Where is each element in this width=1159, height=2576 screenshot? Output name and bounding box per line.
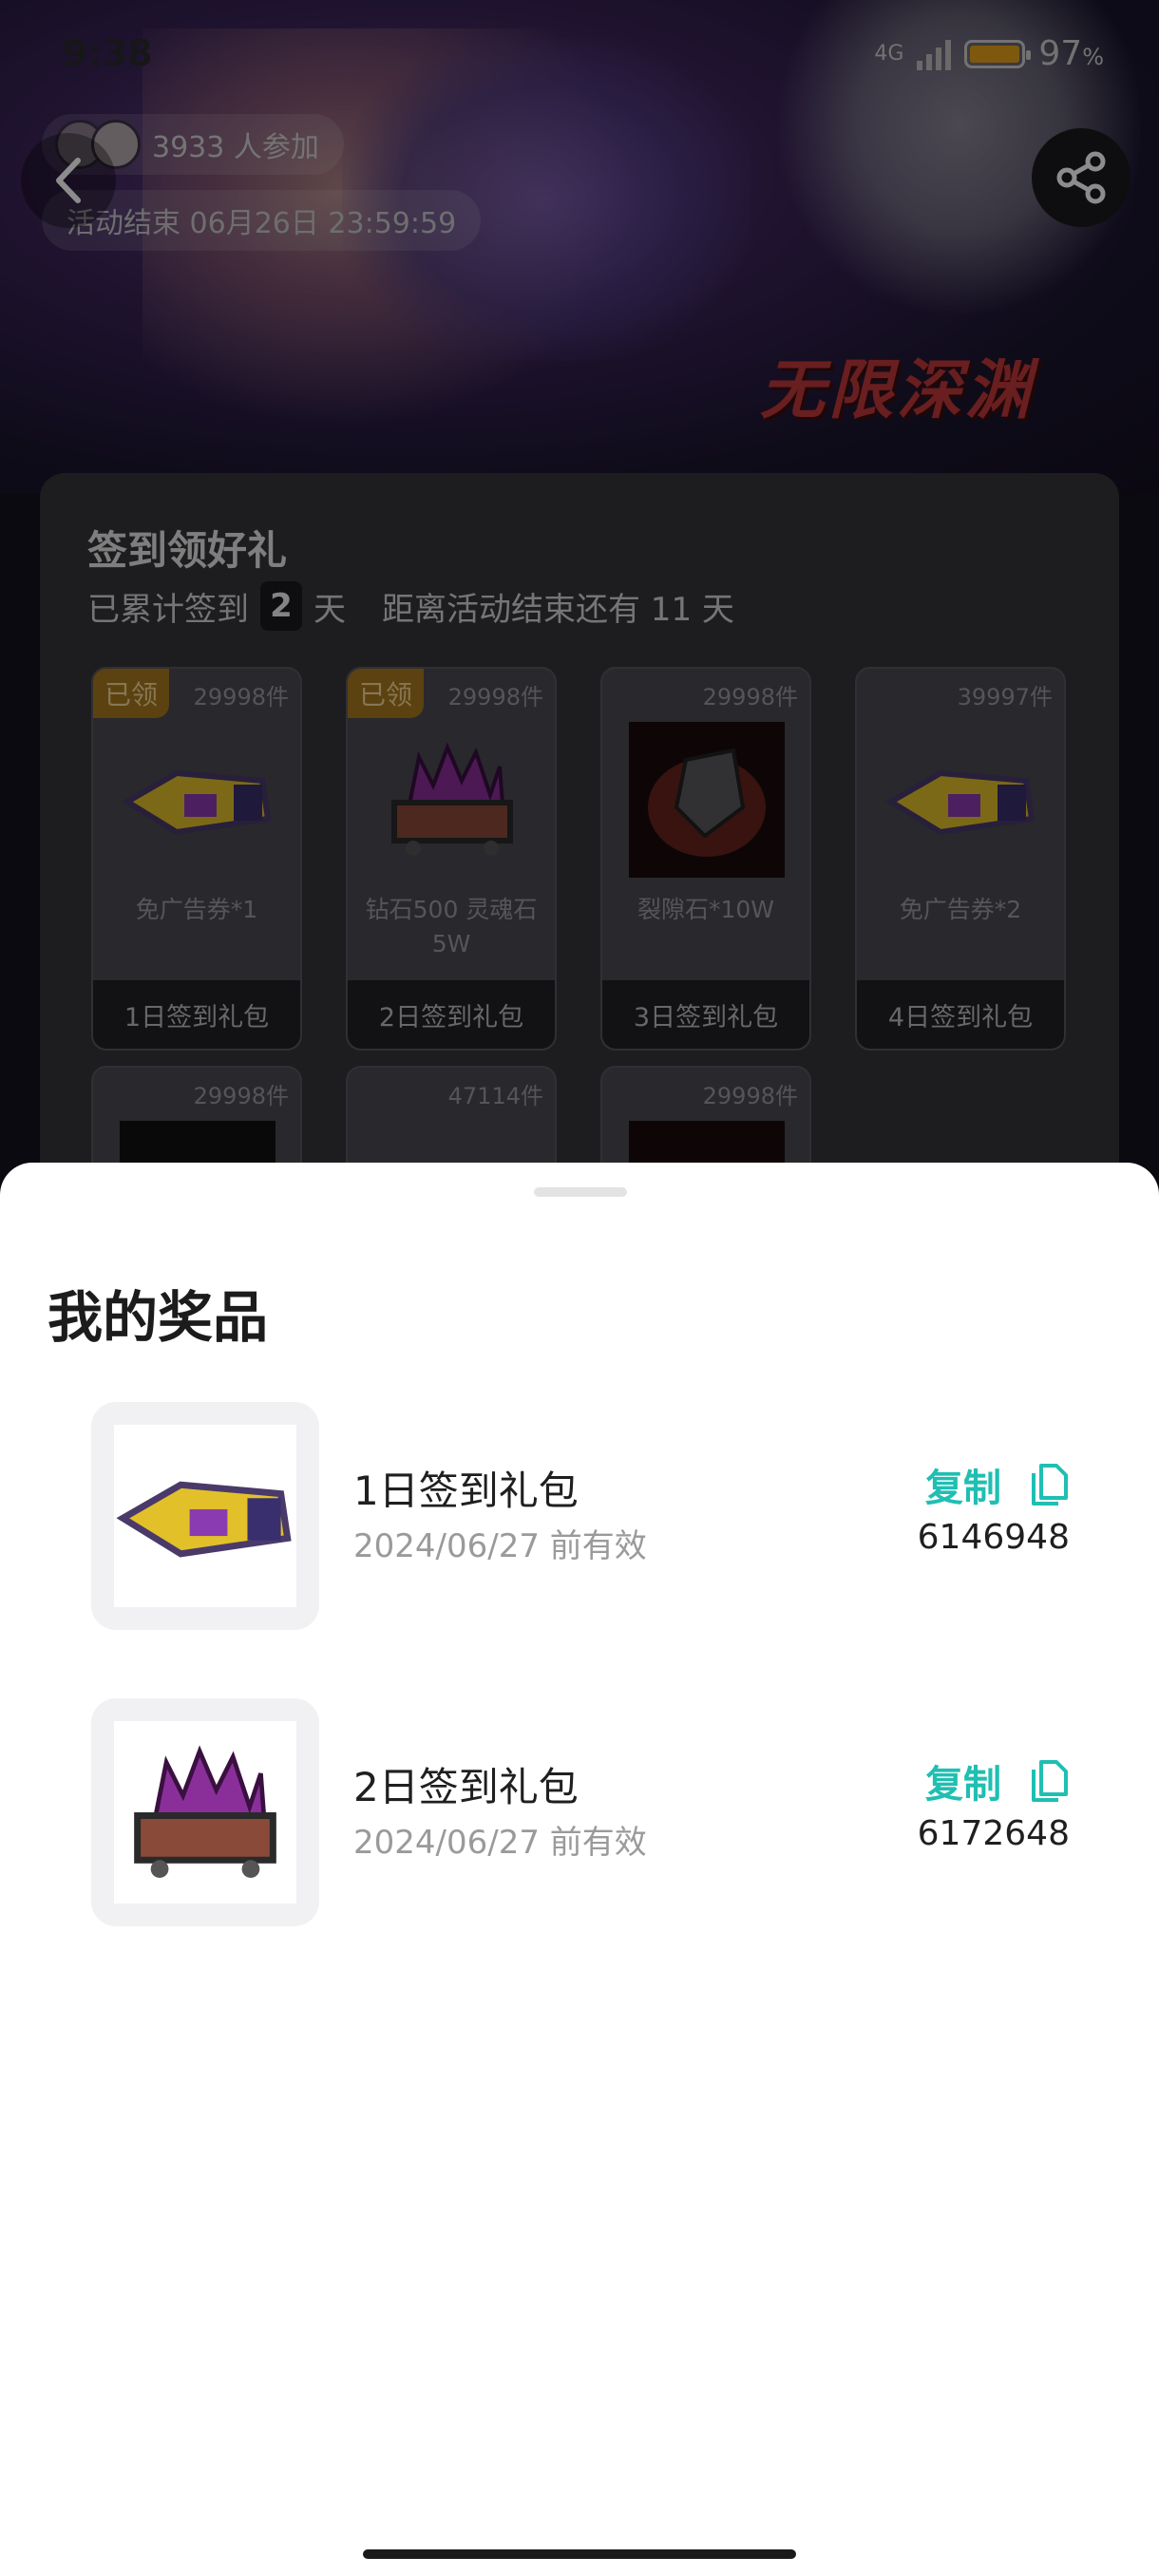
redeem-code: 6146948 — [917, 1518, 1070, 1557]
prize-name: 2日签到礼包 — [353, 1764, 579, 1810]
ticket-icon — [114, 1425, 296, 1607]
crystal-cart-icon — [114, 1721, 296, 1904]
prize-thumbnail — [91, 1402, 319, 1630]
sheet-title: 我的奖品 — [48, 1285, 269, 1350]
prize-validity: 2024/06/27 前有效 — [353, 1824, 647, 1862]
prize-item: 2日签到礼包 2024/06/27 前有效 复制 6172648 — [91, 1698, 1070, 1926]
prize-item: 1日签到礼包 2024/06/27 前有效 复制 6146948 — [91, 1402, 1070, 1630]
copy-label: 复制 — [925, 1467, 1001, 1510]
redeem-code: 6172648 — [917, 1814, 1070, 1853]
copy-button[interactable]: 复制 — [925, 1753, 1070, 1809]
my-prizes-sheet: 我的奖品 1日签到礼包 2024/06/27 前有效 复制 6146948 2日… — [0, 1163, 1159, 2576]
sheet-drag-handle[interactable] — [534, 1187, 627, 1197]
copy-icon — [1032, 1760, 1068, 1802]
copy-icon — [1032, 1464, 1068, 1506]
copy-button[interactable]: 复制 — [925, 1457, 1070, 1512]
prize-thumbnail — [91, 1698, 319, 1926]
prize-name: 1日签到礼包 — [353, 1468, 579, 1514]
copy-label: 复制 — [925, 1763, 1001, 1807]
home-indicator[interactable] — [363, 2549, 796, 2559]
prize-validity: 2024/06/27 前有效 — [353, 1527, 647, 1565]
